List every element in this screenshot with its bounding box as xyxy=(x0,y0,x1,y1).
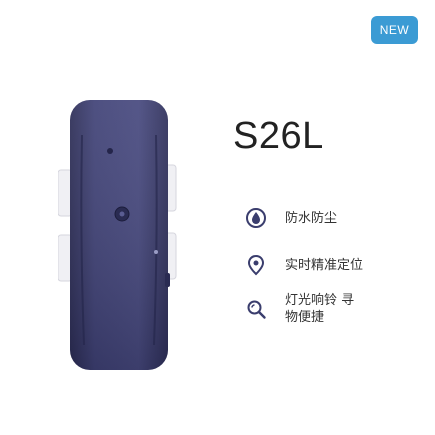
new-badge: NEW xyxy=(371,16,418,44)
feature-label: 防水防尘 xyxy=(285,210,338,226)
search-magnifier-icon xyxy=(245,298,267,320)
feature-item-finder: 灯光响铃 寻物便捷 xyxy=(245,292,355,326)
tracker-device-illustration xyxy=(57,100,177,370)
feature-item-location: 实时精准定位 xyxy=(245,254,363,276)
feature-item-waterproof: 防水防尘 xyxy=(245,207,337,229)
location-pin-icon xyxy=(245,254,267,276)
product-model-title: S26L xyxy=(233,115,324,157)
water-droplet-circle-icon xyxy=(245,207,267,229)
feature-label: 实时精准定位 xyxy=(285,257,364,273)
feature-label: 灯光响铃 寻物便捷 xyxy=(285,293,355,325)
device-image xyxy=(57,95,183,375)
